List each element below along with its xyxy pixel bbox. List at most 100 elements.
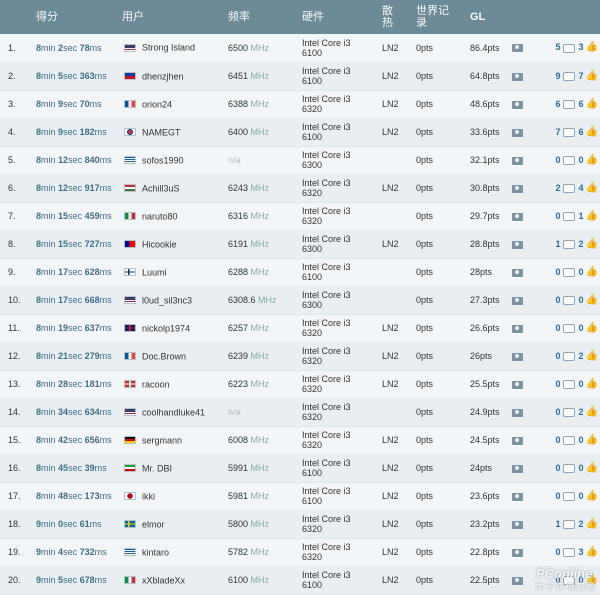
- comment-icon[interactable]: [563, 352, 575, 361]
- user-cell[interactable]: Doc.Brown: [120, 342, 226, 370]
- user-cell[interactable]: sergmann: [120, 426, 226, 454]
- camera-icon[interactable]: [512, 465, 523, 473]
- table-row[interactable]: 16. 8min 45sec 39ms Mr. DBI 5991 MHz Int…: [0, 454, 600, 482]
- header-freq[interactable]: 频率: [226, 0, 300, 34]
- comment-icon[interactable]: [563, 268, 575, 277]
- hardware[interactable]: Intel Core i36100: [300, 482, 380, 510]
- header-user[interactable]: 用户: [120, 0, 226, 34]
- table-row[interactable]: 3. 8min 9sec 70ms orion24 6388 MHz Intel…: [0, 90, 600, 118]
- thumbs-up-icon[interactable]: 👍: [586, 154, 598, 165]
- user-cell[interactable]: xXbladeXx: [120, 566, 226, 594]
- hardware[interactable]: Intel Core i36100: [300, 454, 380, 482]
- user-cell[interactable]: racoon: [120, 370, 226, 398]
- username-link[interactable]: sergmann: [142, 435, 182, 445]
- camera-icon[interactable]: [512, 325, 523, 333]
- hardware[interactable]: Intel Core i36320: [300, 314, 380, 342]
- user-cell[interactable]: Mr. DBI: [120, 454, 226, 482]
- user-cell[interactable]: nickolp1974: [120, 314, 226, 342]
- user-cell[interactable]: kintaro: [120, 538, 226, 566]
- camera-cell[interactable]: [510, 286, 532, 314]
- camera-cell[interactable]: [510, 426, 532, 454]
- user-cell[interactable]: orion24: [120, 90, 226, 118]
- username-link[interactable]: racoon: [142, 379, 170, 389]
- user-cell[interactable]: Strong Island: [120, 34, 226, 62]
- user-cell[interactable]: ikki: [120, 482, 226, 510]
- camera-icon[interactable]: [512, 381, 523, 389]
- comment-icon[interactable]: [563, 44, 575, 53]
- table-row[interactable]: 17. 8min 48sec 173ms ikki 5981 MHz Intel…: [0, 482, 600, 510]
- thumbs-up-icon[interactable]: 👍: [586, 294, 598, 305]
- thumbs-up-icon[interactable]: 👍: [586, 462, 598, 473]
- hardware[interactable]: Intel Core i36300: [300, 230, 380, 258]
- camera-icon[interactable]: [512, 269, 523, 277]
- username-link[interactable]: dhenzjhen: [142, 71, 184, 81]
- comment-icon[interactable]: [563, 100, 575, 109]
- header-worldrecord[interactable]: 世界记录: [414, 0, 468, 34]
- username-link[interactable]: kintaro: [142, 547, 169, 557]
- username-link[interactable]: Mr. DBI: [142, 463, 172, 473]
- camera-cell[interactable]: [510, 510, 532, 538]
- camera-cell[interactable]: [510, 454, 532, 482]
- camera-icon[interactable]: [512, 521, 523, 529]
- hardware[interactable]: Intel Core i36300: [300, 286, 380, 314]
- user-cell[interactable]: Hicookie: [120, 230, 226, 258]
- camera-icon[interactable]: [512, 241, 523, 249]
- table-row[interactable]: 7. 8min 15sec 459ms naruto80 6316 MHz In…: [0, 202, 600, 230]
- username-link[interactable]: coolhandluke41: [142, 407, 205, 417]
- table-row[interactable]: 14. 8min 34sec 634ms coolhandluke41 n/a …: [0, 398, 600, 426]
- camera-icon[interactable]: [512, 409, 523, 417]
- hardware[interactable]: Intel Core i36320: [300, 174, 380, 202]
- username-link[interactable]: NAMEGT: [142, 127, 181, 137]
- header-hardware[interactable]: 硬件: [300, 0, 380, 34]
- camera-icon[interactable]: [512, 213, 523, 221]
- username-link[interactable]: sofos1990: [142, 155, 184, 165]
- camera-icon[interactable]: [512, 157, 523, 165]
- table-row[interactable]: 15. 8min 42sec 656ms sergmann 6008 MHz I…: [0, 426, 600, 454]
- username-link[interactable]: orion24: [142, 99, 172, 109]
- camera-icon[interactable]: [512, 493, 523, 501]
- camera-cell[interactable]: [510, 566, 532, 594]
- user-cell[interactable]: naruto80: [120, 202, 226, 230]
- username-link[interactable]: ikki: [142, 491, 155, 501]
- table-row[interactable]: 1. 8min 2sec 78ms Strong Island 6500 MHz…: [0, 34, 600, 62]
- hardware[interactable]: Intel Core i36320: [300, 90, 380, 118]
- username-link[interactable]: l0ud_sil3nc3: [142, 295, 192, 305]
- comment-icon[interactable]: [563, 240, 575, 249]
- username-link[interactable]: Strong Island: [142, 43, 195, 53]
- username-link[interactable]: Luumi: [142, 267, 167, 277]
- table-row[interactable]: 5. 8min 12sec 840ms sofos1990 n/a Intel …: [0, 146, 600, 174]
- hardware[interactable]: Intel Core i36320: [300, 370, 380, 398]
- camera-icon[interactable]: [512, 185, 523, 193]
- camera-icon[interactable]: [512, 577, 523, 585]
- thumbs-up-icon[interactable]: 👍: [586, 126, 598, 137]
- comment-icon[interactable]: [563, 296, 575, 305]
- header-score[interactable]: 得分: [34, 0, 120, 34]
- user-cell[interactable]: Achill3uS: [120, 174, 226, 202]
- table-row[interactable]: 20. 9min 5sec 678ms xXbladeXx 6100 MHz I…: [0, 566, 600, 594]
- thumbs-up-icon[interactable]: 👍: [586, 98, 598, 109]
- thumbs-up-icon[interactable]: 👍: [586, 266, 598, 277]
- table-row[interactable]: 11. 8min 19sec 637ms nickolp1974 6257 MH…: [0, 314, 600, 342]
- user-cell[interactable]: coolhandluke41: [120, 398, 226, 426]
- thumbs-up-icon[interactable]: 👍: [586, 546, 598, 557]
- camera-icon[interactable]: [512, 101, 523, 109]
- comment-icon[interactable]: [563, 72, 575, 81]
- hardware[interactable]: Intel Core i36320: [300, 342, 380, 370]
- user-cell[interactable]: Luumi: [120, 258, 226, 286]
- camera-cell[interactable]: [510, 174, 532, 202]
- hardware[interactable]: Intel Core i36100: [300, 258, 380, 286]
- camera-icon[interactable]: [512, 73, 523, 81]
- header-cooling[interactable]: 散热: [380, 0, 414, 34]
- hardware[interactable]: Intel Core i36320: [300, 202, 380, 230]
- hardware[interactable]: Intel Core i36320: [300, 398, 380, 426]
- table-row[interactable]: 13. 8min 28sec 181ms racoon 6223 MHz Int…: [0, 370, 600, 398]
- hardware[interactable]: Intel Core i36100: [300, 34, 380, 62]
- thumbs-up-icon[interactable]: 👍: [586, 42, 598, 53]
- username-link[interactable]: xXbladeXx: [142, 575, 185, 585]
- comment-icon[interactable]: [563, 548, 575, 557]
- thumbs-up-icon[interactable]: 👍: [586, 238, 598, 249]
- hardware[interactable]: Intel Core i36100: [300, 62, 380, 90]
- camera-cell[interactable]: [510, 34, 532, 62]
- camera-cell[interactable]: [510, 482, 532, 510]
- username-link[interactable]: naruto80: [142, 211, 178, 221]
